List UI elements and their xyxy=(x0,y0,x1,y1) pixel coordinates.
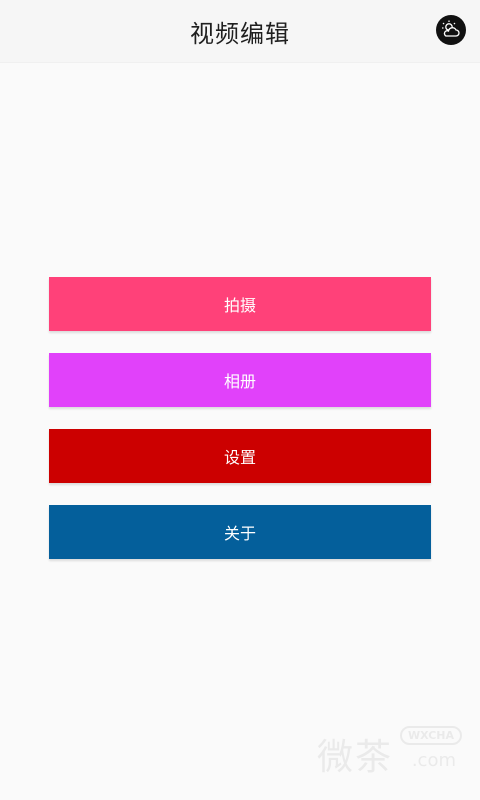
watermark-domain: .com xyxy=(411,750,456,771)
watermark-text: 微茶 xyxy=(317,737,394,778)
weather-button[interactable] xyxy=(436,15,466,45)
about-button[interactable]: 关于 xyxy=(49,505,431,559)
watermark: 微茶 WXCHA .com xyxy=(317,726,462,778)
about-button-label: 关于 xyxy=(223,524,256,543)
cloud-sun-icon xyxy=(442,20,460,37)
album-button[interactable]: 相册 xyxy=(49,353,431,407)
main-menu: 拍摄 相册 设置 关于 xyxy=(49,277,431,581)
shoot-button[interactable]: 拍摄 xyxy=(49,277,431,331)
page-title: 视频编辑 xyxy=(190,20,290,48)
settings-button-label: 设置 xyxy=(223,448,256,467)
app-header: 视频编辑 xyxy=(0,0,480,63)
settings-button[interactable]: 设置 xyxy=(49,429,431,483)
watermark-badge: WXCHA xyxy=(399,726,462,745)
album-button-label: 相册 xyxy=(223,372,256,391)
shoot-button-label: 拍摄 xyxy=(223,296,256,315)
